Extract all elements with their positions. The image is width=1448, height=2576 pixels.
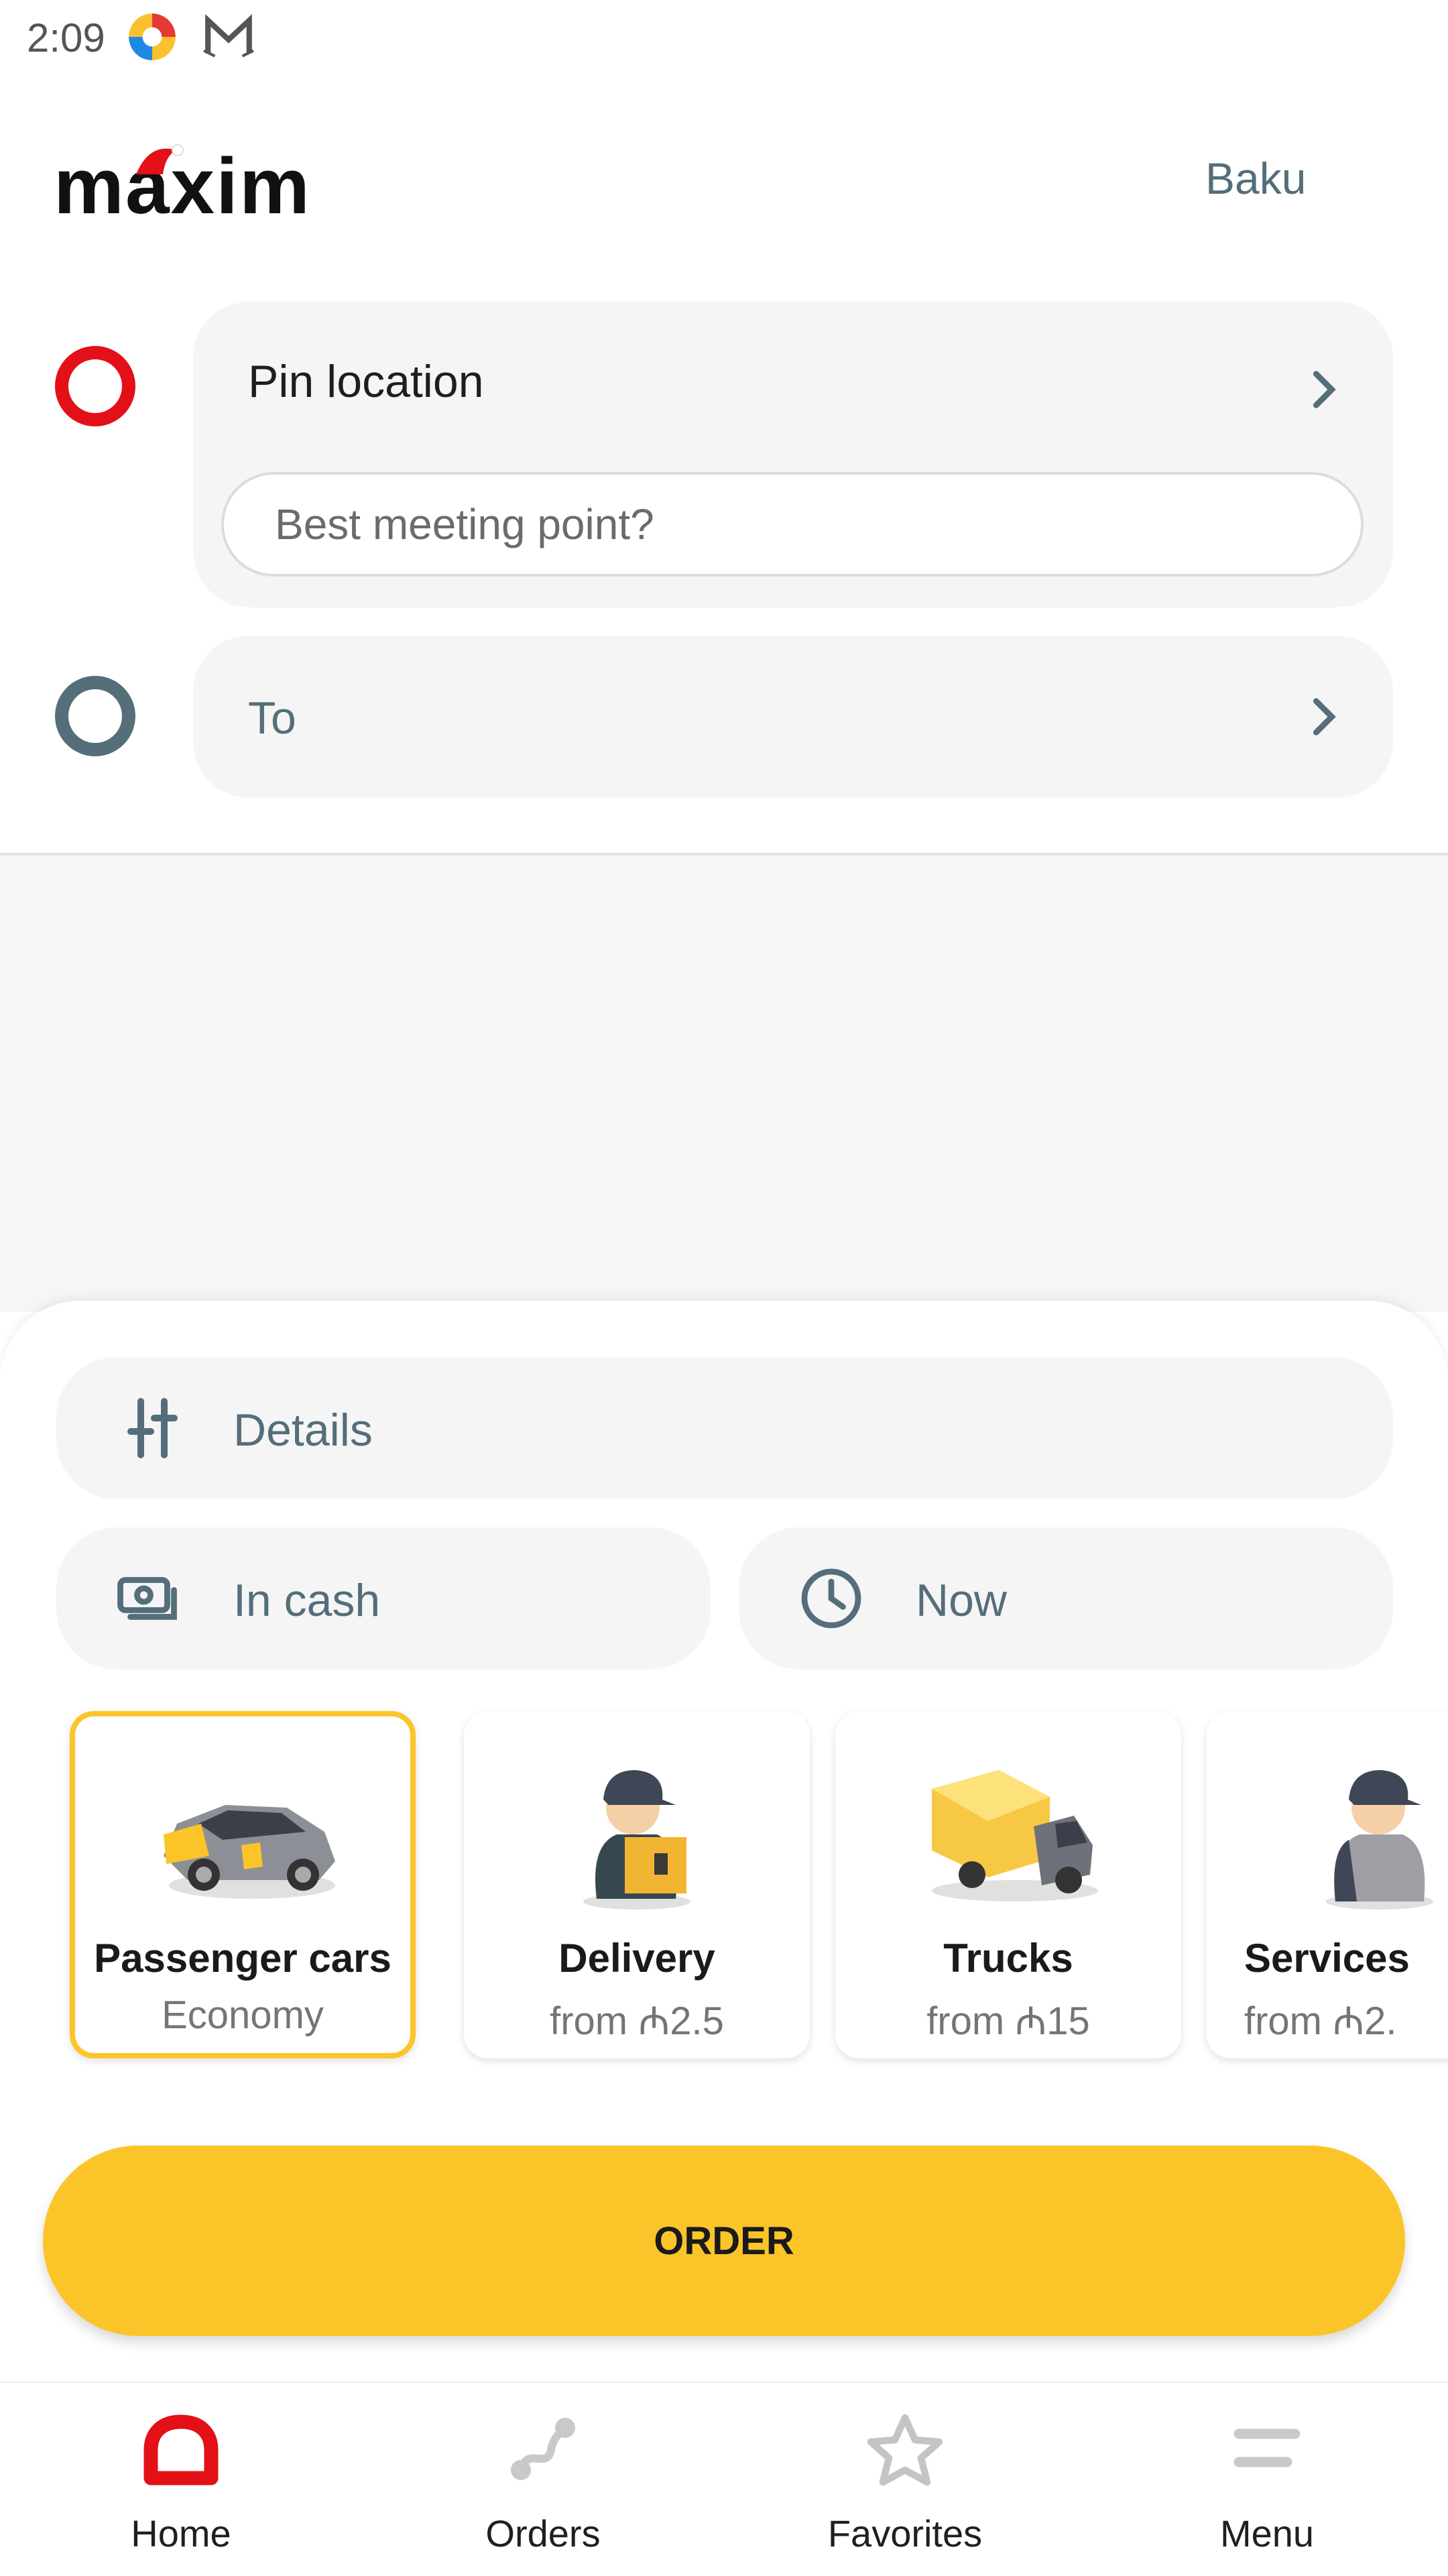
chevron-right-icon: [1313, 698, 1336, 736]
nav-home[interactable]: Home: [0, 2383, 362, 2576]
star-icon: [867, 2414, 943, 2486]
bottom-navigation: Home Orders Favorites Menu: [0, 2382, 1448, 2576]
category-title: Trucks: [943, 1936, 1073, 1981]
status-time: 2:09: [27, 15, 105, 60]
category-subtitle: from ₼2.: [1244, 1999, 1397, 2043]
category-subtitle: Economy: [162, 1993, 324, 2037]
cash-icon: [117, 1577, 177, 1620]
order-button[interactable]: ORDER: [43, 2146, 1405, 2336]
nav-label: Orders: [485, 2512, 601, 2555]
map-area[interactable]: [0, 856, 1448, 1311]
car-icon: [164, 1805, 335, 1899]
courier-icon: [583, 1770, 690, 1910]
category-trucks[interactable]: Trucks from ₼15: [835, 1711, 1181, 2058]
category-title: Delivery: [558, 1936, 715, 1981]
sliders-icon: [127, 1398, 178, 1458]
destination-card[interactable]: To: [193, 636, 1393, 798]
details-label: Details: [233, 1405, 373, 1456]
category-delivery[interactable]: Delivery from ₼2.5: [464, 1711, 810, 2058]
category-subtitle: from ₼15: [926, 1999, 1090, 2043]
details-button[interactable]: Details: [56, 1357, 1393, 1499]
nav-label: Menu: [1219, 2512, 1315, 2555]
payment-method-button[interactable]: In cash: [56, 1527, 711, 1670]
chevron-right-icon: [1313, 371, 1336, 408]
destination-label: To: [248, 693, 296, 744]
nav-favorites[interactable]: Favorites: [724, 2383, 1086, 2576]
browser-app-icon: [129, 13, 176, 60]
nav-label: Favorites: [827, 2512, 983, 2555]
destination-marker-icon: [55, 676, 135, 756]
nav-menu[interactable]: Menu: [1086, 2383, 1448, 2576]
payment-label: In cash: [233, 1575, 381, 1626]
category-passenger-cars[interactable]: Passenger cars Economy: [70, 1711, 416, 2058]
city-selector[interactable]: Baku: [1205, 153, 1306, 204]
route-icon: [511, 2418, 575, 2480]
nav-label: Home: [131, 2512, 231, 2555]
pickup-label: Pin location: [248, 356, 484, 407]
pickup-card[interactable]: Pin location: [193, 302, 1393, 607]
mail-app-icon: [203, 13, 254, 58]
category-title: Services: [1244, 1936, 1410, 1981]
category-services[interactable]: Services from ₼2.: [1207, 1711, 1448, 2058]
meeting-point-input[interactable]: [221, 472, 1364, 577]
menu-icon: [1233, 2428, 1301, 2467]
clock-icon: [801, 1568, 861, 1629]
worker-icon: [1326, 1770, 1433, 1910]
home-icon: [143, 2414, 219, 2485]
time-label: Now: [916, 1575, 1008, 1626]
category-subtitle: from ₼2.5: [550, 1999, 724, 2043]
category-title: Passenger cars: [94, 1936, 391, 1981]
nav-orders[interactable]: Orders: [362, 2383, 724, 2576]
truck-icon: [932, 1770, 1098, 1901]
pickup-marker-icon: [55, 346, 135, 426]
time-selector-button[interactable]: Now: [739, 1527, 1393, 1670]
santa-hat-icon: [136, 144, 184, 174]
